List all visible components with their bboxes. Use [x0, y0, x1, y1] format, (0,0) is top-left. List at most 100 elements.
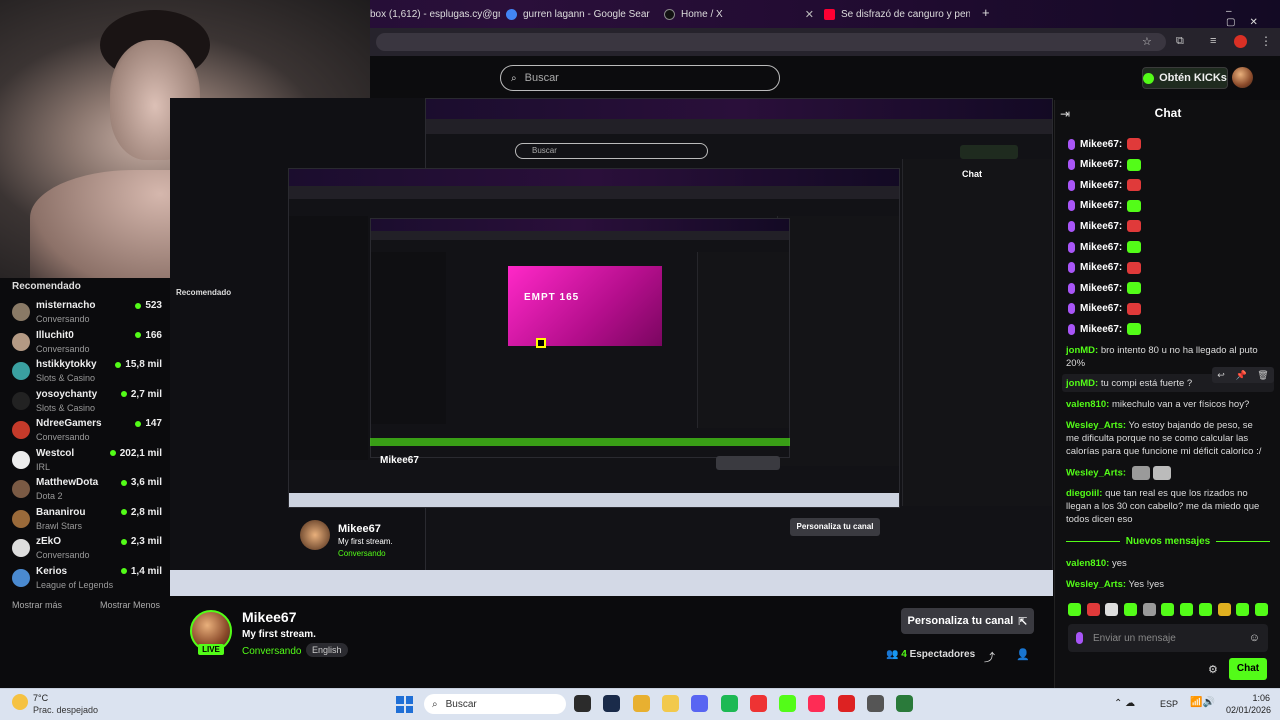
chat-username[interactable]: Mikee67:	[1080, 139, 1122, 150]
taskbar-app-icon[interactable]	[691, 695, 709, 712]
chat-message[interactable]: jonMD: tu compi está fuerte ?	[1066, 377, 1266, 390]
chat-message[interactable]: jonMD: bro intento 80 u no ha llegado al…	[1066, 344, 1266, 370]
stream-category[interactable]: Conversando	[242, 646, 301, 657]
taskbar-search[interactable]: ⌕ Buscar	[424, 694, 566, 714]
chat-message[interactable]: Wesley_Arts: Yo estoy bajando de peso, s…	[1066, 419, 1266, 458]
get-kicks-button[interactable]: Obtén KICKs	[1142, 67, 1228, 89]
chat-username[interactable]: Mikee67:	[1080, 283, 1122, 294]
sidebar-channel[interactable]: MatthewDota Dota 2 3,6 mil	[12, 477, 162, 506]
quick-emote-bar[interactable]	[1068, 603, 1268, 619]
quick-emote-icon[interactable]	[1124, 603, 1138, 616]
browser-tab-gmail[interactable]: box (1,612) - esplugas.cy@gm✕	[370, 4, 500, 24]
chat-emote-message[interactable]: Mikee67:	[1068, 300, 1142, 318]
search-input[interactable]: ⌕ Buscar	[500, 65, 780, 91]
sidebar-channel[interactable]: hstikkytokky Slots & Casino 15,8 mil	[12, 359, 162, 388]
taskbar-app-icon[interactable]	[632, 695, 650, 712]
chat-username[interactable]: jonMD:	[1066, 378, 1098, 389]
chat-username[interactable]: valen810:	[1066, 558, 1109, 569]
taskbar-app-icon[interactable]	[896, 695, 914, 712]
address-bar[interactable]	[376, 33, 1166, 51]
quick-emote-icon[interactable]	[1217, 603, 1231, 616]
sidebar-channel[interactable]: zEkO Conversando 2,3 mil	[12, 536, 162, 565]
keyboard-language[interactable]: ESP	[1160, 699, 1178, 709]
profile-icon[interactable]	[1234, 35, 1247, 48]
quick-emote-icon[interactable]	[1161, 603, 1175, 616]
send-chat-button[interactable]: Chat	[1229, 658, 1267, 680]
chat-emote-message[interactable]: Mikee67:	[1068, 238, 1142, 256]
chat-username[interactable]: diegoiil:	[1066, 488, 1102, 499]
sidebar-channel[interactable]: Kerios League of Legends 1,4 mil	[12, 566, 162, 595]
taskbar-app-icon[interactable]	[867, 695, 884, 712]
chat-username[interactable]: Mikee67:	[1080, 324, 1122, 335]
chat-emote-message[interactable]: Mikee67:	[1068, 176, 1142, 194]
window-controls[interactable]: –▢✕	[1226, 6, 1280, 28]
chat-emote-message[interactable]: Mikee67:	[1068, 156, 1142, 174]
chat-emote-message[interactable]: Mikee67:	[1068, 217, 1142, 235]
collapse-chat-icon[interactable]: ⇥	[1060, 107, 1070, 121]
quick-emote-icon[interactable]	[1142, 603, 1156, 616]
chat-username[interactable]: Mikee67:	[1080, 221, 1122, 232]
follow-user-icon[interactable]: 👤	[1016, 648, 1030, 661]
chat-username[interactable]: Mikee67:	[1080, 200, 1122, 211]
new-messages-divider[interactable]: Nuevos mensajes	[1066, 536, 1270, 547]
windows-start-icon[interactable]	[396, 696, 413, 713]
chat-username[interactable]: Wesley_Arts:	[1066, 468, 1126, 479]
sidebar-channel[interactable]: misternacho Conversando 523	[12, 300, 162, 329]
chat-settings-icon[interactable]: ⚙	[1208, 663, 1218, 676]
taskbar-app-icon[interactable]	[574, 695, 591, 712]
chat-username[interactable]: Mikee67:	[1080, 262, 1122, 273]
browser-tab-google[interactable]: gurren lagann - Google Search✕	[506, 4, 650, 24]
quick-emote-icon[interactable]	[1105, 603, 1119, 616]
chat-message[interactable]: Wesley_Arts: Yes !yes	[1066, 578, 1266, 591]
chat-emote-message[interactable]: Mikee67:	[1068, 135, 1142, 153]
tray-icons[interactable]: ⌃ ☁	[1114, 698, 1135, 709]
streamer-name[interactable]: Mikee67	[242, 609, 296, 625]
show-less-link[interactable]: Mostrar Menos	[100, 600, 160, 610]
chat-message[interactable]: Wesley_Arts:	[1066, 466, 1266, 480]
media-icon[interactable]: ≡	[1210, 35, 1216, 47]
share-icon[interactable]: ⤴	[984, 649, 995, 665]
user-avatar[interactable]	[1232, 67, 1253, 88]
taskbar-app-icon[interactable]	[720, 695, 738, 712]
quick-emote-icon[interactable]	[1236, 603, 1250, 616]
chat-username[interactable]: Wesley_Arts:	[1066, 579, 1126, 590]
chat-username[interactable]: Mikee67:	[1080, 159, 1122, 170]
chat-username[interactable]: Mikee67:	[1080, 242, 1122, 253]
quick-emote-icon[interactable]	[1198, 603, 1212, 616]
taskbar-app-icon[interactable]	[661, 695, 679, 712]
sidebar-channel[interactable]: Illuchit0 Conversando 166	[12, 330, 162, 359]
sidebar-channel[interactable]: Westcol IRL 202,1 mil	[12, 448, 162, 477]
taskbar-app-icon[interactable]	[779, 695, 797, 712]
chat-username[interactable]: valen810:	[1066, 399, 1109, 410]
chat-emote-message[interactable]: Mikee67:	[1068, 259, 1142, 277]
chat-username[interactable]: Mikee67:	[1080, 180, 1122, 191]
quick-emote-icon[interactable]	[1254, 603, 1268, 616]
close-icon[interactable]: ✕	[805, 8, 814, 21]
clock-time[interactable]: 1:06	[1226, 693, 1270, 703]
sidebar-channel[interactable]: NdreeGamers Conversando 147	[12, 418, 162, 447]
network-volume-icon[interactable]: 📶🔊	[1190, 697, 1215, 708]
bookmark-star-icon[interactable]: ☆	[1142, 35, 1152, 48]
chat-username[interactable]: Wesley_Arts:	[1066, 420, 1126, 431]
taskbar-app-icon[interactable]	[808, 695, 826, 712]
chat-input[interactable]: Enviar un mensaje ☺	[1068, 624, 1268, 652]
chat-emote-message[interactable]: Mikee67:	[1068, 320, 1142, 338]
taskbar-app-icon[interactable]	[837, 695, 855, 712]
clock-date[interactable]: 02/01/2026	[1226, 705, 1271, 715]
new-tab-button[interactable]: +	[982, 5, 990, 20]
chat-message[interactable]: valen810: mikechulo van a ver físicos ho…	[1066, 398, 1266, 411]
chat-emote-message[interactable]: Mikee67:	[1068, 197, 1142, 215]
language-tag[interactable]: English	[306, 643, 348, 657]
customize-channel-button[interactable]: Personaliza tu canal ⇱	[901, 608, 1034, 634]
chat-message[interactable]: diegoiil: que tan real es que los rizado…	[1066, 487, 1266, 526]
browser-menu-icon[interactable]: ⋮	[1260, 34, 1272, 48]
sidebar-channel[interactable]: Bananirou Brawl Stars 2,8 mil	[12, 507, 162, 536]
chat-username[interactable]: Mikee67:	[1080, 303, 1122, 314]
chat-username[interactable]: jonMD:	[1066, 345, 1098, 356]
chat-message[interactable]: valen810: yes	[1066, 557, 1266, 570]
quick-emote-icon[interactable]	[1180, 603, 1194, 616]
browser-tab-youtube[interactable]: Se disfrazó de canguro y pensó✕	[824, 4, 970, 24]
extensions-icon[interactable]: ⧉	[1176, 35, 1184, 48]
show-more-link[interactable]: Mostrar más	[12, 600, 62, 610]
weather-temp[interactable]: 7°C	[33, 693, 48, 703]
